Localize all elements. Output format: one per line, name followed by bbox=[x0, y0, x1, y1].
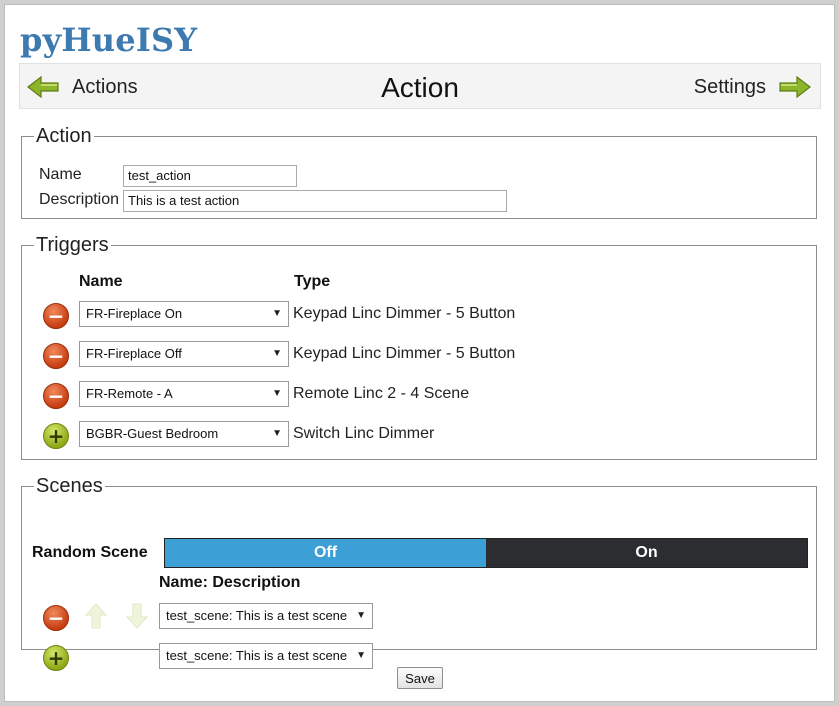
scene-select[interactable]: test_scene: This is a test scene ▼ bbox=[159, 643, 373, 669]
minus-icon: − bbox=[47, 344, 65, 368]
remove-scene-button[interactable]: − bbox=[43, 605, 69, 631]
forward-label: Settings bbox=[693, 75, 766, 98]
trigger-name-header: Name bbox=[79, 273, 123, 290]
trigger-type-header: Type bbox=[294, 273, 331, 290]
scenes-legend: Scenes bbox=[36, 475, 103, 497]
toggle-off-option[interactable]: Off bbox=[165, 539, 486, 567]
dropdown-caret-icon: ▼ bbox=[272, 428, 282, 439]
remove-trigger-button[interactable]: − bbox=[43, 343, 69, 369]
description-input[interactable]: This is a test action bbox=[123, 190, 507, 212]
plus-icon: + bbox=[47, 646, 65, 670]
description-label: Description bbox=[39, 191, 120, 208]
triggers-legend: Triggers bbox=[36, 234, 109, 256]
trigger-select-value: FR-Fireplace Off bbox=[86, 346, 182, 361]
trigger-type: Switch Linc Dimmer bbox=[293, 425, 435, 442]
app-title: pyHueISY bbox=[20, 21, 198, 59]
trigger-select[interactable]: FR-Fireplace On ▼ bbox=[79, 301, 289, 327]
remove-trigger-button[interactable]: − bbox=[43, 303, 69, 329]
minus-icon: − bbox=[47, 304, 65, 328]
scene-column-header: Name: Description bbox=[159, 574, 301, 591]
scene-select-value: test_scene: This is a test scene bbox=[166, 648, 348, 663]
scenes-fieldset: Scenes Random Scene Off On Name: Descrip… bbox=[21, 475, 817, 671]
dropdown-caret-icon: ▼ bbox=[356, 610, 366, 621]
random-scene-toggle[interactable]: Off On bbox=[164, 538, 808, 568]
trigger-type: Remote Linc 2 - 4 Scene bbox=[293, 385, 470, 402]
down-arrow-icon[interactable] bbox=[125, 602, 149, 630]
minus-icon: − bbox=[47, 384, 65, 408]
random-scene-label: Random Scene bbox=[32, 544, 148, 561]
up-arrow-icon[interactable] bbox=[84, 602, 108, 630]
dropdown-caret-icon: ▼ bbox=[272, 348, 282, 359]
add-trigger-button[interactable]: + bbox=[43, 423, 69, 449]
settings-button[interactable]: Settings bbox=[694, 72, 812, 102]
dropdown-caret-icon: ▼ bbox=[272, 308, 282, 319]
trigger-type: Keypad Linc Dimmer - 5 Button bbox=[293, 305, 516, 322]
save-button[interactable]: Save bbox=[397, 667, 443, 689]
trigger-select-value: FR-Remote - A bbox=[86, 386, 173, 401]
name-input[interactable]: test_action bbox=[123, 165, 297, 187]
dropdown-caret-icon: ▼ bbox=[356, 650, 366, 661]
trigger-select[interactable]: FR-Remote - A ▼ bbox=[79, 381, 289, 407]
trigger-select[interactable]: FR-Fireplace Off ▼ bbox=[79, 341, 289, 367]
plus-icon: + bbox=[47, 424, 65, 448]
name-label: Name bbox=[39, 166, 82, 183]
triggers-fieldset: Triggers Name Type − FR-Fireplace On ▼ Ke… bbox=[21, 234, 817, 460]
scene-select[interactable]: test_scene: This is a test scene ▼ bbox=[159, 603, 373, 629]
app-window: pyHueISY Actions Action Settings Action … bbox=[4, 4, 835, 702]
toggle-on-option[interactable]: On bbox=[486, 539, 807, 567]
add-scene-button[interactable]: + bbox=[43, 645, 69, 671]
trigger-type: Keypad Linc Dimmer - 5 Button bbox=[293, 345, 516, 362]
trigger-select-value: BGBR-Guest Bedroom bbox=[86, 426, 219, 441]
remove-trigger-button[interactable]: − bbox=[43, 383, 69, 409]
scene-select-value: test_scene: This is a test scene bbox=[166, 608, 348, 623]
navigation-bar: Actions Action Settings bbox=[19, 63, 821, 109]
trigger-select-value: FR-Fireplace On bbox=[86, 306, 183, 321]
action-fieldset: Action Name test_action Description This… bbox=[21, 125, 817, 219]
green-right-arrow-icon bbox=[779, 75, 811, 99]
trigger-select[interactable]: BGBR-Guest Bedroom ▼ bbox=[79, 421, 289, 447]
minus-icon: − bbox=[47, 606, 65, 630]
dropdown-caret-icon: ▼ bbox=[272, 388, 282, 399]
action-legend: Action bbox=[36, 125, 92, 147]
